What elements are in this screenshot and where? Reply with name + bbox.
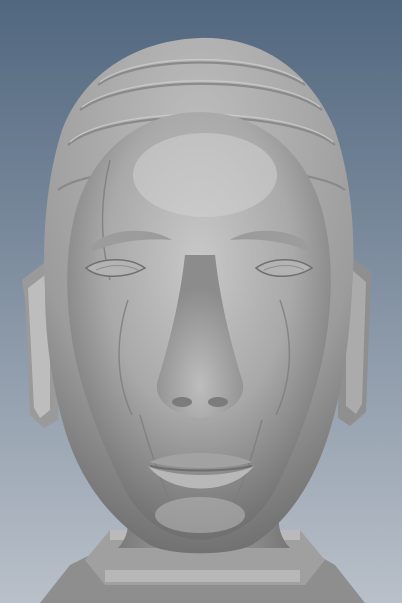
3d-viewport[interactable] [0,0,402,603]
viewport-canvas[interactable] [0,0,402,603]
